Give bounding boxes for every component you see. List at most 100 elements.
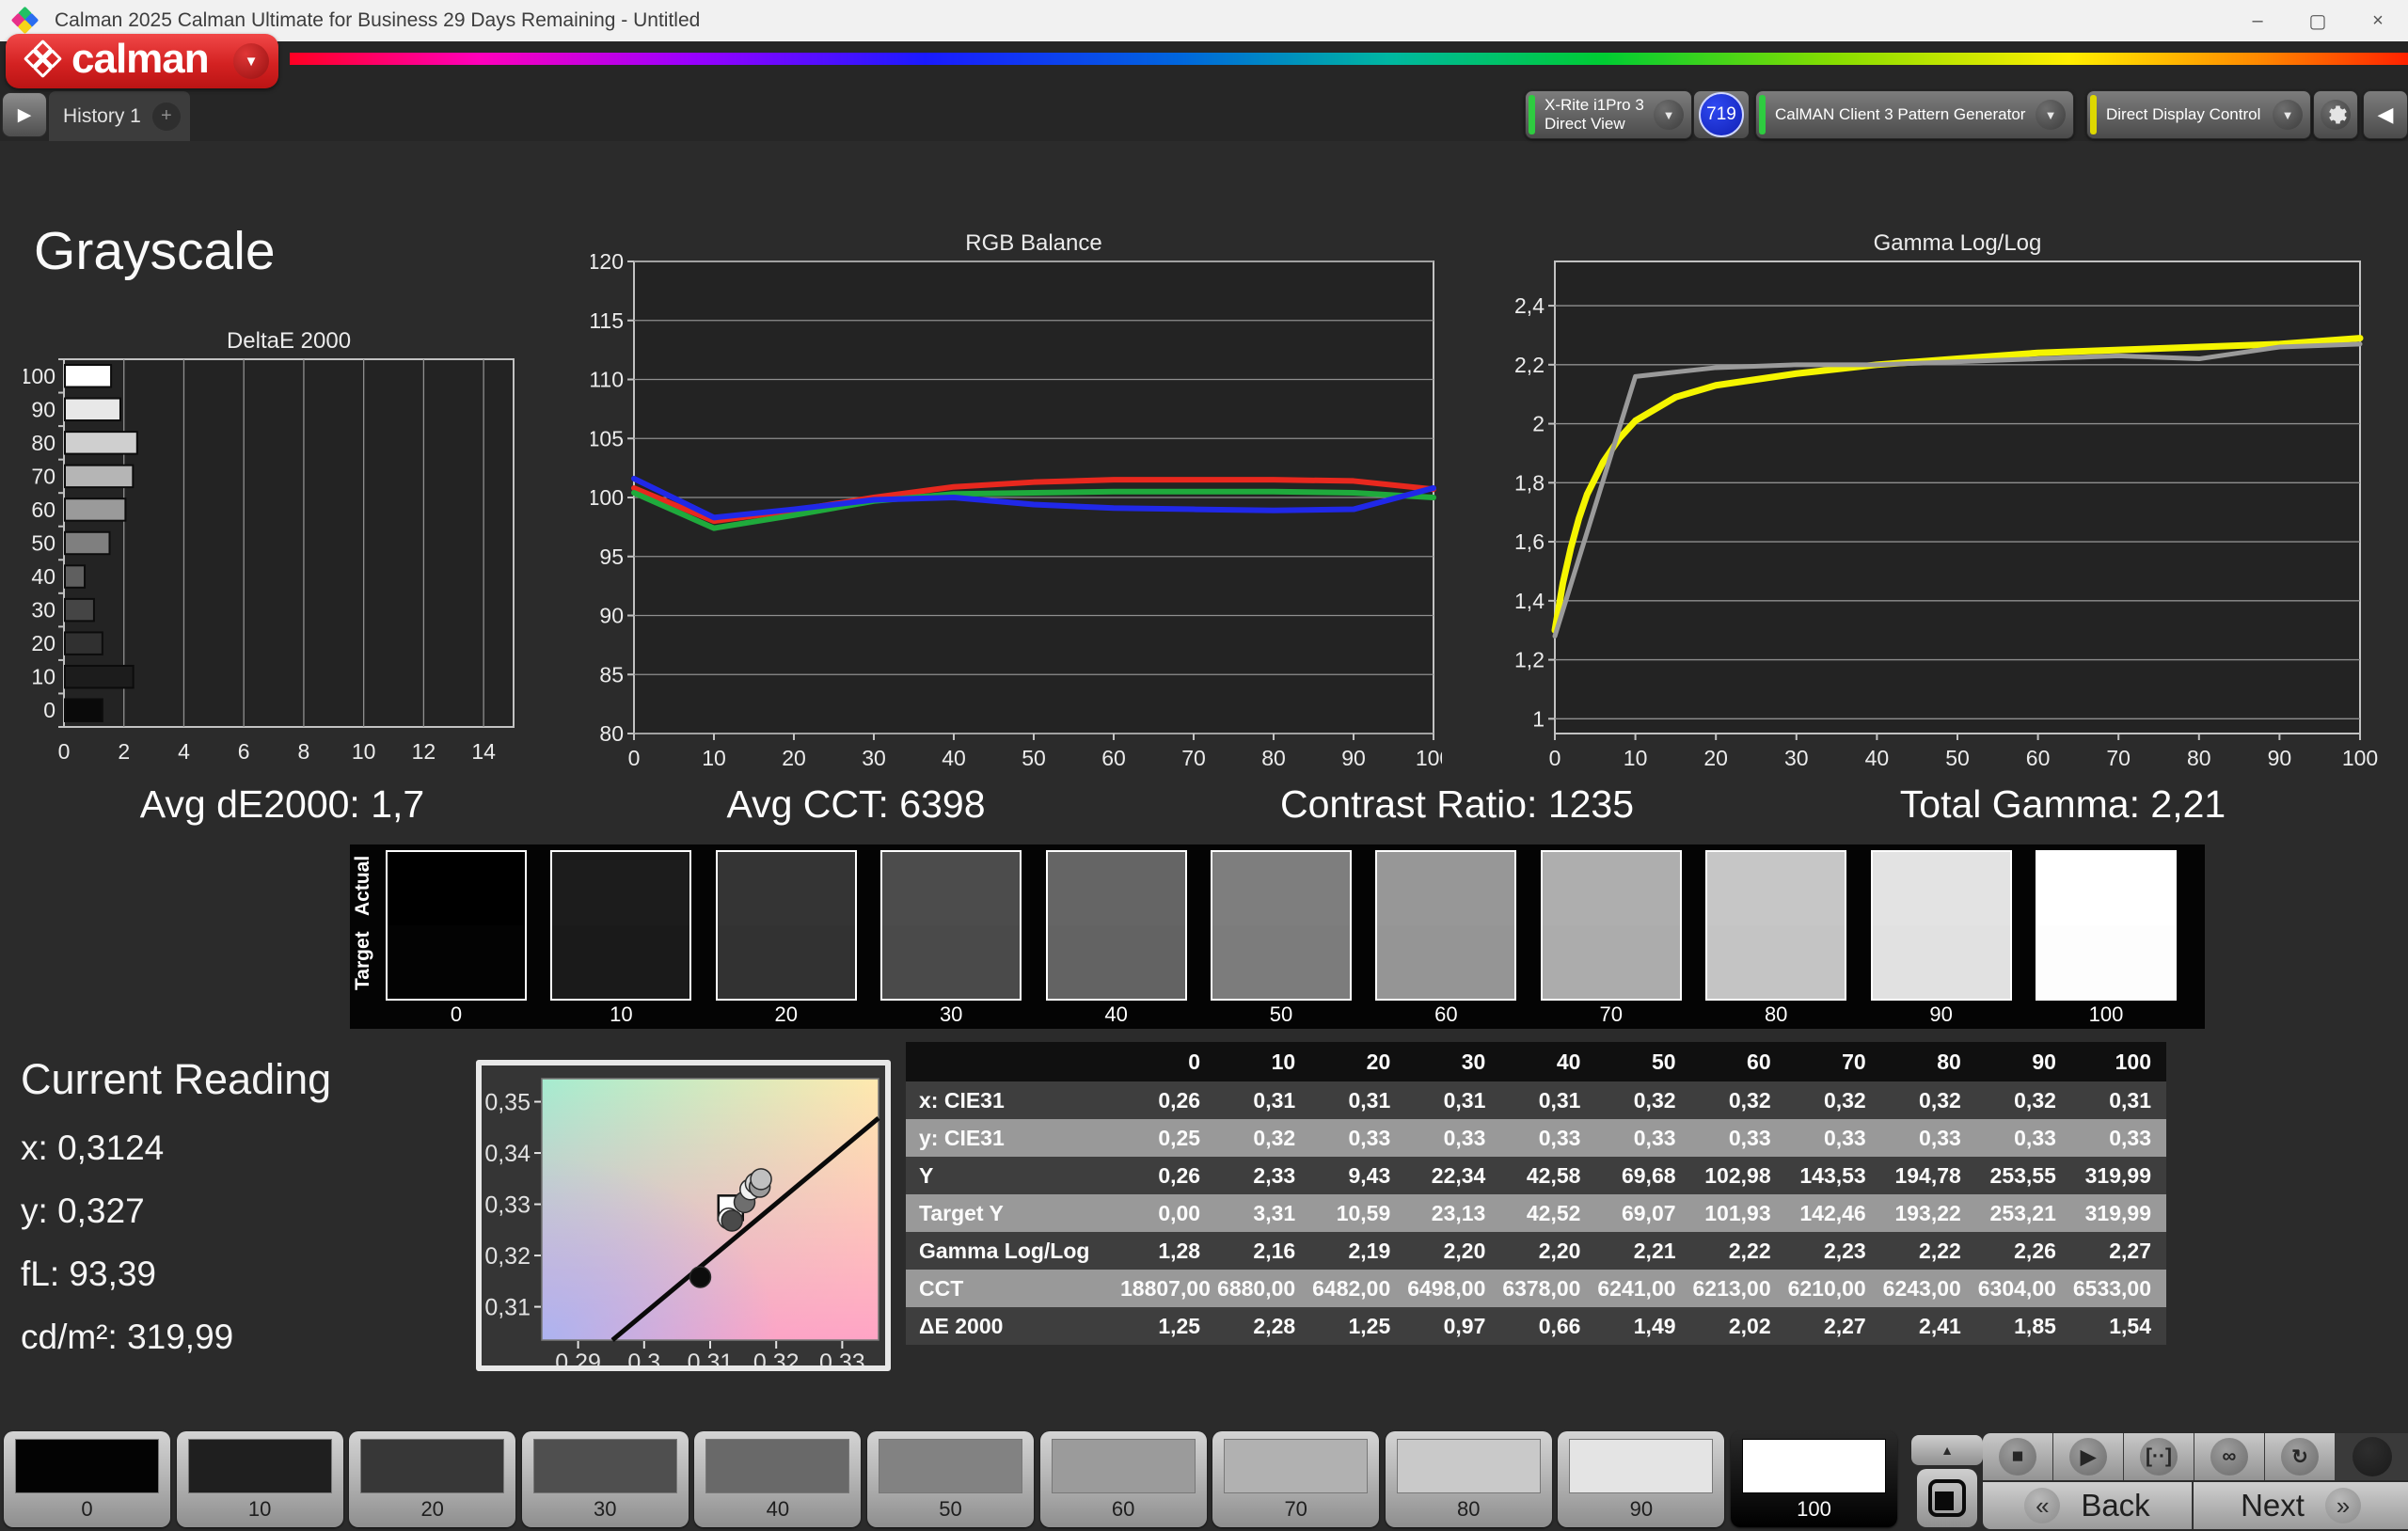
svg-text:10: 10 [31,665,55,689]
pattern-generator-dropdown[interactable]: CalMAN Client 3 Pattern Generator ▼ [1755,90,2074,139]
patch-button-20[interactable]: 20 [349,1431,515,1527]
swatch-level-label: 40 [1044,1002,1189,1027]
svg-text:100: 100 [2342,746,2378,770]
svg-text:0,31: 0,31 [484,1295,531,1321]
play-button[interactable]: ▶ [2053,1433,2124,1480]
patch-button-40[interactable]: 40 [694,1431,861,1527]
patch-button-80[interactable]: 80 [1386,1431,1552,1527]
table-cell: 23,13 [1405,1194,1500,1232]
reading-y: y: 0,327 [21,1192,331,1231]
svg-text:60: 60 [31,497,55,522]
svg-text:105: 105 [591,426,624,450]
table-cell: 2,23 [1786,1232,1881,1270]
svg-text:100: 100 [591,485,624,510]
table-cell: 253,21 [1976,1194,2071,1232]
meter-dropdown[interactable]: X-Rite i1Pro 3Direct View ▼ [1525,90,1692,139]
pattern-window-button[interactable] [1917,1469,1977,1527]
table-cell: 193,22 [1881,1194,1976,1232]
patch-button-70[interactable]: 70 [1212,1431,1379,1527]
target-row-label: Target [352,923,384,999]
calman-logo-text: calman [71,36,209,83]
actual-swatch [388,852,525,925]
calman-menu-button[interactable]: calman ▼ [6,34,278,88]
patch-level-label: 80 [1386,1497,1552,1522]
svg-text:0,3: 0,3 [627,1349,660,1365]
table-cell: 6378,00 [1500,1270,1595,1307]
tab-scroll-button[interactable]: ▶ [2,92,47,137]
patch-swatch [705,1439,849,1493]
svg-text:1,6: 1,6 [1514,529,1545,554]
svg-text:2: 2 [118,739,130,764]
svg-text:0,33: 0,33 [484,1192,531,1219]
patch-button-10[interactable]: 10 [177,1431,343,1527]
svg-text:0,29: 0,29 [555,1349,601,1365]
swatch-level-label: 90 [1869,1002,2014,1027]
expand-up-button[interactable]: ▲ [1911,1435,1983,1465]
svg-text:8: 8 [298,739,310,764]
loop-icon: ∞ [2210,1438,2248,1476]
table-cell: 0,00 [1120,1194,1215,1232]
svg-text:40: 40 [1865,746,1890,770]
next-label: Next [2241,1488,2305,1523]
pattern-window-icon [1928,1479,1966,1517]
patch-swatch [533,1439,677,1493]
display-control-dropdown[interactable]: Direct Display Control ▼ [2086,90,2311,139]
table-cell: 18807,00 [1120,1270,1215,1307]
stat-contrast-ratio: Contrast Ratio: 1235 [1280,782,1634,827]
gamma-chart: Gamma Log/Log2,42,221,81,61,41,210102030… [1510,231,2383,772]
table-cell: 0,32 [1595,1081,1690,1119]
patch-level-label: 90 [1558,1497,1724,1522]
back-button[interactable]: « Back [1983,1482,2193,1529]
patch-button-100[interactable]: 100 [1731,1431,1897,1527]
svg-text:100: 100 [24,364,55,388]
refresh-icon: ↻ [2281,1438,2319,1476]
restore-button[interactable]: ▢ [2288,0,2348,41]
table-cell: 142,46 [1786,1194,1881,1232]
next-button[interactable]: Next » [2194,1482,2408,1529]
refresh-button[interactable]: ↻ [2265,1433,2336,1480]
swatch-20 [716,850,857,1001]
table-cell: 69,68 [1595,1157,1690,1194]
target-swatch [2037,925,2175,999]
svg-text:90: 90 [31,397,55,421]
patch-level-label: 50 [867,1497,1034,1522]
patch-button-60[interactable]: 60 [1040,1431,1207,1527]
collapse-panel-button[interactable]: ◀ [2363,90,2408,139]
record-icon [2353,1437,2392,1476]
close-button[interactable]: × [2348,0,2408,41]
range-button[interactable]: [··] [2124,1433,2194,1480]
loop-button[interactable]: ∞ [2194,1433,2265,1480]
settings-button[interactable] [2313,90,2358,139]
patch-button-0[interactable]: 0 [4,1431,170,1527]
tab-history-1[interactable]: History 1 + [49,91,190,141]
meter-reading-button[interactable]: 719 [1693,90,1750,139]
add-tab-button[interactable]: + [152,103,181,131]
patch-button-50[interactable]: 50 [867,1431,1034,1527]
patch-swatch [1742,1439,1886,1493]
svg-text:90: 90 [2268,746,2292,770]
swatch-level-label: 100 [2034,1002,2178,1027]
svg-text:30: 30 [862,746,886,770]
swatch-10 [550,850,691,1001]
patch-button-90[interactable]: 90 [1558,1431,1724,1527]
table-cell: 9,43 [1310,1157,1405,1194]
stop-button[interactable]: ■ [1983,1433,2053,1480]
swatch-90 [1871,850,2012,1001]
patch-swatch [188,1439,332,1493]
table-column-header: 20 [1310,1042,1405,1081]
svg-text:110: 110 [591,368,624,392]
table-cell: 0,97 [1405,1307,1500,1345]
table-cell: 194,78 [1881,1157,1976,1194]
patch-button-30[interactable]: 30 [522,1431,689,1527]
table-cell: 0,33 [2071,1119,2166,1157]
patch-level-label: 60 [1040,1497,1207,1522]
target-swatch [1543,925,1680,999]
record-indicator [2336,1433,2408,1480]
current-reading-title: Current Reading [21,1055,331,1104]
minimize-button[interactable]: – [2227,0,2288,41]
table-cell: 2,33 [1215,1157,1310,1194]
reading-fl: fL: 93,39 [21,1255,331,1294]
svg-text:1,4: 1,4 [1514,589,1545,613]
swatch-level-label: 30 [879,1002,1023,1027]
svg-text:80: 80 [1261,746,1286,770]
